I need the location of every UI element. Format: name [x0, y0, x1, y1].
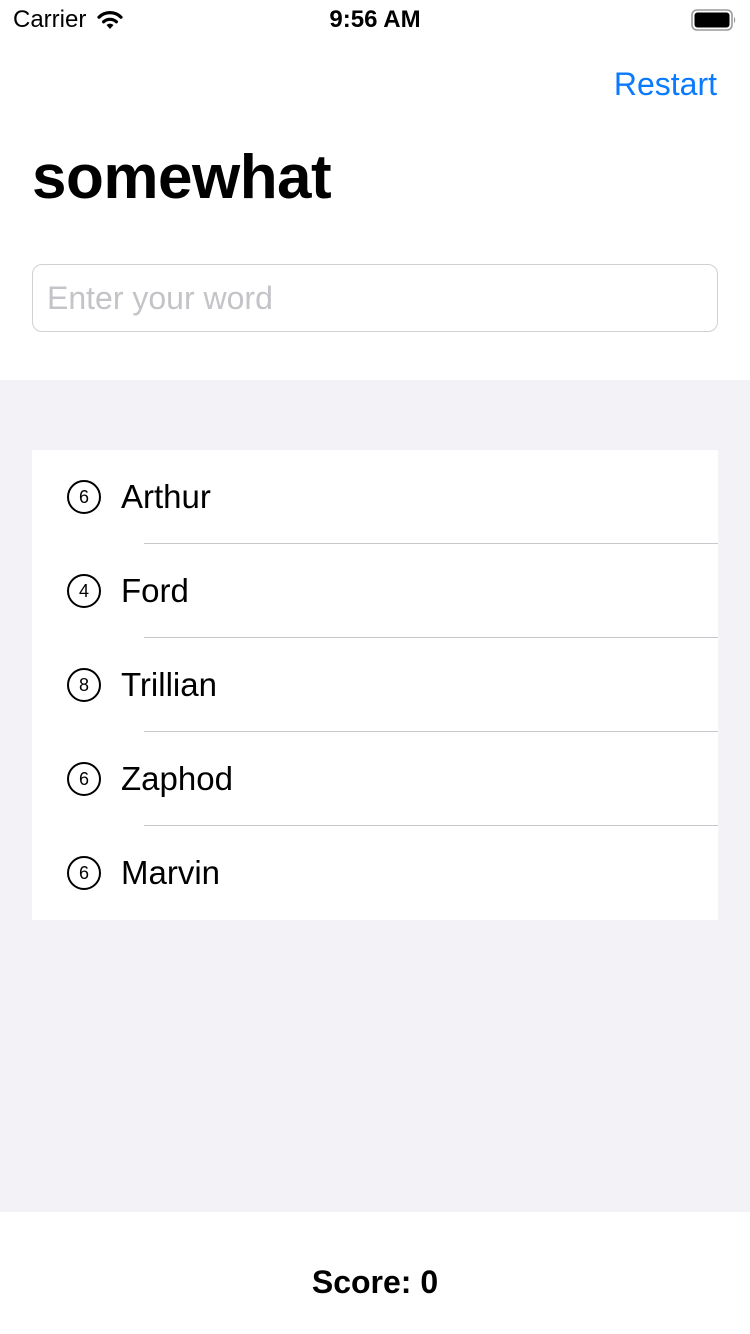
circled-number-icon: 6	[67, 856, 101, 890]
footer: Score: 0	[0, 1212, 750, 1334]
status-bar: Carrier 9:56 AM	[0, 0, 750, 40]
app-screen: Carrier 9:56 AM Restart somewhat 6 Arthur…	[0, 0, 750, 1334]
word-label: Ford	[121, 572, 189, 609]
list-item[interactable]: 8 Trillian	[32, 638, 718, 732]
word-label: Trillian	[121, 666, 217, 703]
word-label: Marvin	[121, 854, 221, 891]
circled-number-icon: 8	[67, 668, 101, 702]
list-item[interactable]: 6 Arthur	[32, 450, 718, 544]
battery-icon	[691, 9, 736, 31]
word-input[interactable]	[32, 264, 718, 332]
list-item[interactable]: 4 Ford	[32, 544, 718, 638]
score-label: Score: 0	[311, 1264, 439, 1300]
word-list-section: 6 Arthur 4 Ford 8 Trillian 6 Zaphod 6 Marvin	[0, 380, 750, 1212]
circled-number-icon: 6	[67, 762, 101, 796]
restart-button[interactable]: Restart	[614, 64, 717, 104]
circled-number-icon: 4	[67, 574, 101, 608]
word-list: 6 Arthur 4 Ford 8 Trillian 6 Zaphod 6 Marvin	[32, 450, 718, 920]
circled-number-icon: 6	[67, 480, 101, 514]
status-time: 9:56 AM	[329, 6, 421, 33]
page-title: somewhat	[32, 143, 332, 212]
word-label: Zaphod	[121, 760, 233, 797]
list-item[interactable]: 6 Marvin	[32, 826, 718, 920]
word-label: Arthur	[121, 478, 211, 515]
list-item[interactable]: 6 Zaphod	[32, 732, 718, 826]
